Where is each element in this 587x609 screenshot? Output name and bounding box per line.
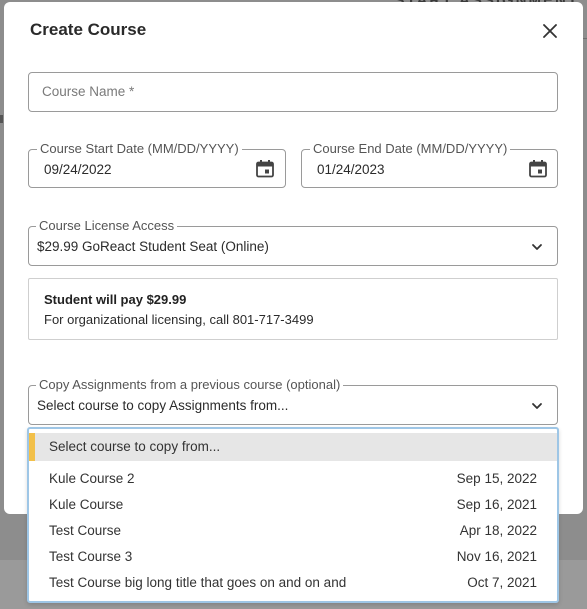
dropdown-option[interactable]: Test Course big long title that goes on … — [29, 571, 557, 597]
license-value: $29.99 GoReact Student Seat (Online) — [37, 239, 269, 254]
option-date: Sep 15, 2022 — [456, 471, 537, 486]
dropdown-option-placeholder[interactable]: Select course to copy from... — [29, 433, 557, 461]
dropdown-option[interactable]: Kule Course 2 Sep 15, 2022 — [29, 467, 557, 493]
price-info-box: Student will pay $29.99 For organization… — [28, 278, 558, 340]
copy-assignments-value: Select course to copy Assignments from..… — [37, 398, 289, 413]
end-date-label: Course End Date (MM/DD/YYYY) — [310, 141, 511, 157]
option-name: Kule Course 2 — [49, 471, 135, 486]
dropdown-option[interactable]: Kule Course Sep 16, 2021 — [29, 493, 557, 519]
dropdown-option[interactable]: Test Course Apr 18, 2022 — [29, 519, 557, 545]
option-name: Test Course big long title that goes on … — [49, 575, 347, 590]
close-icon — [543, 24, 557, 38]
option-date: Oct 7, 2021 — [467, 575, 537, 590]
course-dropdown-list: Select course to copy from... Kule Cours… — [27, 427, 559, 603]
course-name-placeholder: Course Name * — [42, 84, 135, 99]
background-marker — [0, 115, 3, 123]
start-date-label: Course Start Date (MM/DD/YYYY) — [37, 141, 242, 157]
dropdown-option-label: Select course to copy from... — [49, 439, 221, 454]
close-button[interactable] — [539, 20, 561, 42]
price-info-title: Student will pay $29.99 — [44, 292, 187, 307]
dropdown-option[interactable]: Test Course 3 Nov 16, 2021 — [29, 545, 557, 571]
option-name: Test Course — [49, 523, 122, 538]
chevron-down-icon — [532, 244, 542, 250]
copy-assignments-select[interactable]: Copy Assignments from a previous course … — [28, 377, 558, 425]
end-date-value: 01/24/2023 — [317, 162, 385, 177]
highlight-bar — [29, 433, 35, 461]
option-name: Test Course 3 — [49, 549, 133, 564]
start-date-field[interactable]: Course Start Date (MM/DD/YYYY) 09/24/202… — [28, 141, 286, 188]
license-select[interactable]: Course License Access $29.99 GoReact Stu… — [28, 218, 558, 266]
end-date-field[interactable]: Course End Date (MM/DD/YYYY) 01/24/2023 — [301, 141, 558, 188]
calendar-icon[interactable] — [255, 159, 275, 179]
option-date: Sep 16, 2021 — [456, 497, 537, 512]
chevron-down-icon — [532, 403, 542, 409]
copy-assignments-label: Copy Assignments from a previous course … — [36, 377, 344, 393]
course-name-input[interactable]: Course Name * — [28, 72, 558, 112]
modal-title: Create Course — [30, 20, 147, 39]
option-date: Nov 16, 2021 — [456, 549, 537, 564]
calendar-icon[interactable] — [528, 159, 548, 179]
start-date-value: 09/24/2022 — [44, 162, 112, 177]
price-info-subtitle: For organizational licensing, call 801-7… — [44, 312, 314, 327]
license-label: Course License Access — [36, 218, 178, 234]
option-name: Kule Course — [49, 497, 124, 512]
option-date: Apr 18, 2022 — [459, 523, 537, 538]
